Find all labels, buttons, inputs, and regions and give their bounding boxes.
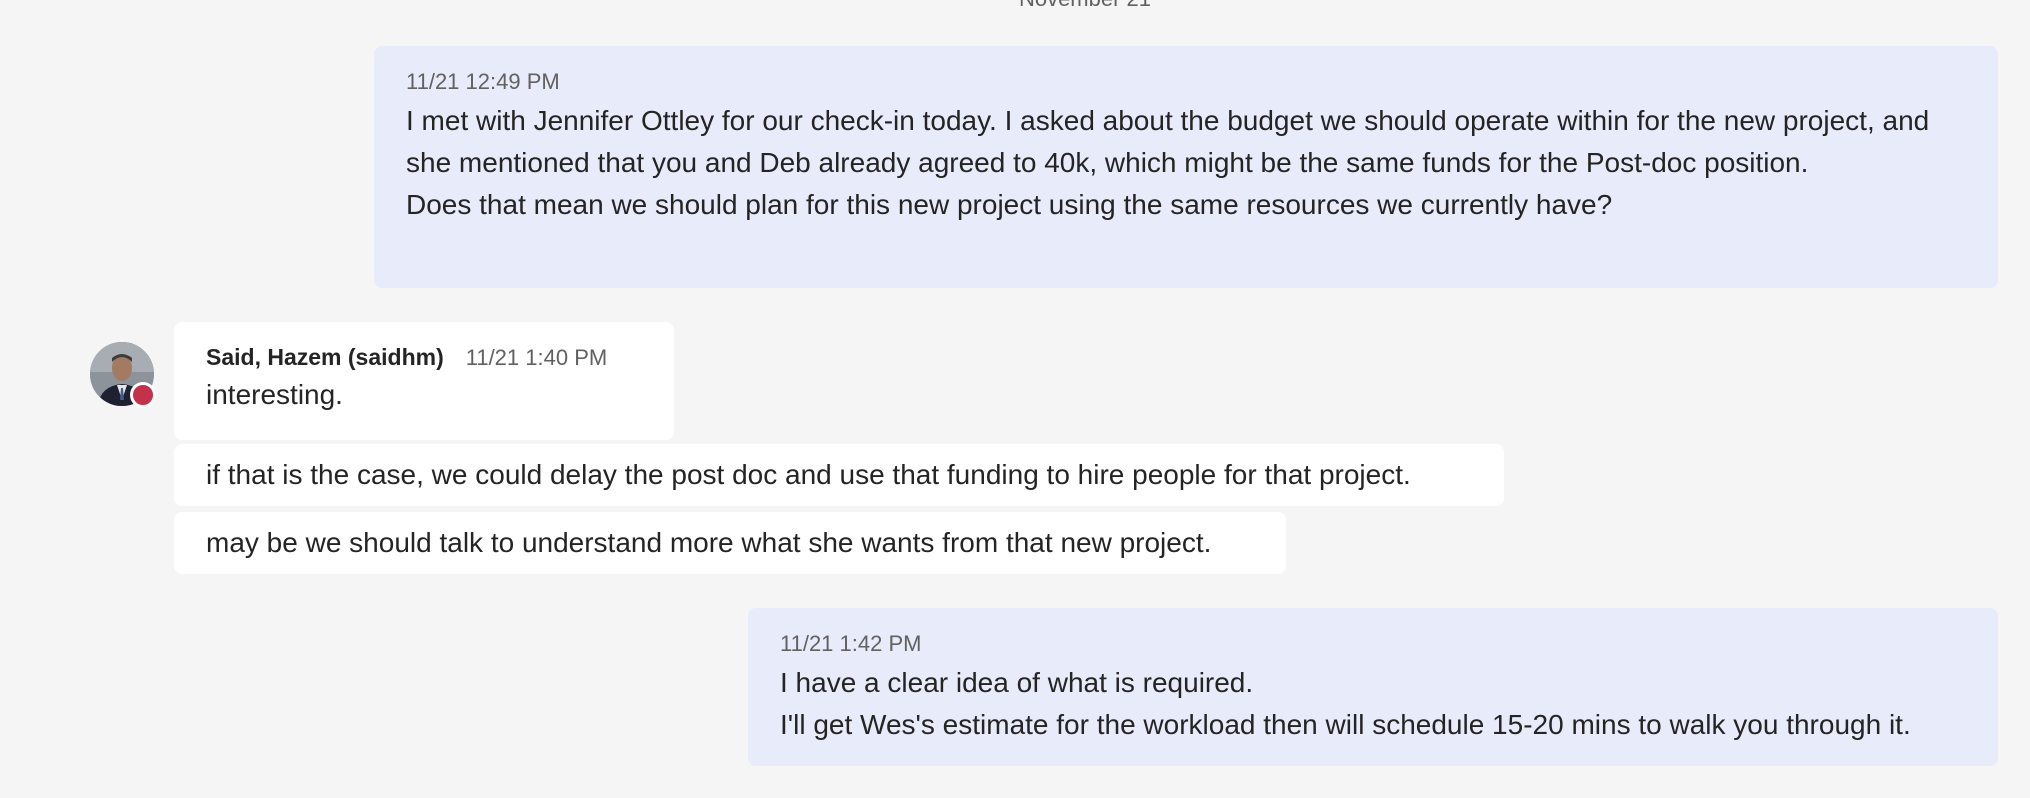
sender-name[interactable]: Said, Hazem (saidhm)	[206, 344, 444, 370]
presence-busy-icon	[130, 382, 156, 408]
message-timestamp: 11/21 1:42 PM	[780, 631, 922, 656]
message-text: Does that mean we should plan for this n…	[406, 189, 1613, 220]
date-divider: November 21	[0, 0, 2030, 12]
self-message[interactable]: 11/21 12:49 PM I met with Jennifer Ottle…	[374, 46, 1998, 288]
other-message[interactable]: Said, Hazem (saidhm) 11/21 1:40 PM intere…	[174, 322, 674, 440]
self-message[interactable]: 11/21 1:42 PM I have a clear idea of wha…	[748, 608, 1998, 766]
message-text: may be we should talk to understand more…	[206, 527, 1212, 558]
message-text: I'll get Wes's estimate for the workload…	[780, 709, 1911, 740]
other-message[interactable]: may be we should talk to understand more…	[174, 512, 1286, 574]
other-message[interactable]: if that is the case, we could delay the …	[174, 444, 1504, 506]
message-timestamp: 11/21 1:40 PM	[465, 345, 608, 370]
message-timestamp: 11/21 12:49 PM	[406, 69, 560, 94]
message-text: if that is the case, we could delay the …	[206, 459, 1411, 490]
message-text: I have a clear idea of what is required.	[780, 667, 1254, 698]
message-text: I met with Jennifer Ottley for our check…	[406, 105, 1930, 178]
message-text: interesting.	[206, 379, 343, 410]
